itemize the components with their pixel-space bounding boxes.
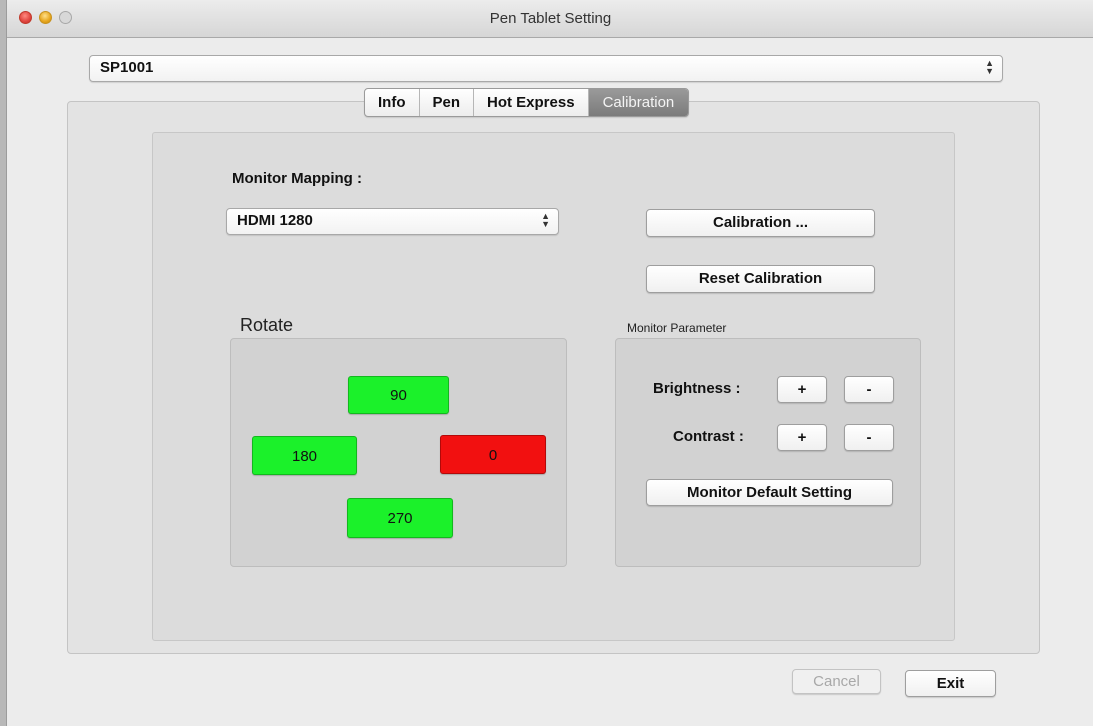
monitor-mapping-select[interactable]: HDMI 1280 ▲ ▼: [226, 208, 559, 235]
contrast-label: Contrast :: [673, 428, 744, 445]
monitor-mapping-label: Monitor Mapping :: [232, 170, 362, 187]
tab-info[interactable]: Info: [365, 89, 420, 116]
monitor-default-setting-button[interactable]: Monitor Default Setting: [646, 479, 893, 506]
rotate-0-button[interactable]: 0: [440, 435, 546, 474]
tab-hot-express[interactable]: Hot Express: [474, 89, 589, 116]
contrast-minus-button[interactable]: -: [844, 424, 894, 451]
tab-pen[interactable]: Pen: [420, 89, 475, 116]
tab-calibration[interactable]: Calibration: [588, 89, 689, 116]
rotate-title: Rotate: [240, 315, 294, 335]
rotate-270-button[interactable]: 270: [347, 498, 453, 538]
select-arrows-icon: ▲ ▼: [541, 211, 550, 229]
tab-bar: Info Pen Hot Express Calibration: [364, 88, 690, 117]
device-select[interactable]: SP1001 ▲ ▼: [89, 55, 1003, 82]
rotate-180-button[interactable]: 180: [252, 436, 357, 475]
calibration-button[interactable]: Calibration ...: [646, 209, 875, 237]
window-title: Pen Tablet Setting: [489, 10, 612, 27]
reset-calibration-button[interactable]: Reset Calibration: [646, 265, 875, 293]
exit-button[interactable]: Exit: [905, 670, 996, 697]
monitor-mapping-value: HDMI 1280: [237, 212, 313, 229]
cancel-button[interactable]: Cancel: [792, 669, 881, 694]
monitor-parameter-title: Monitor Parameter: [627, 321, 727, 335]
brightness-label: Brightness :: [653, 380, 741, 397]
calibration-panel: Monitor Mapping : HDMI 1280 ▲ ▼ Calibrati…: [152, 132, 955, 641]
device-select-value: SP1001: [100, 59, 154, 76]
brightness-plus-button[interactable]: +: [777, 376, 827, 403]
monitor-parameter-group: Brightness : + - Contrast : + - Monitor …: [615, 338, 921, 567]
title-bar[interactable]: Pen Tablet Setting: [7, 0, 1093, 38]
rotate-90-button[interactable]: 90: [348, 376, 449, 414]
pen-tablet-window: Pen Tablet Setting SP1001 ▲ ▼ Info Pen Ho…: [6, 0, 1093, 726]
rotate-group: 90 180 0 270: [230, 338, 567, 567]
select-arrows-icon: ▲ ▼: [985, 58, 994, 76]
contrast-plus-button[interactable]: +: [777, 424, 827, 451]
brightness-minus-button[interactable]: -: [844, 376, 894, 403]
